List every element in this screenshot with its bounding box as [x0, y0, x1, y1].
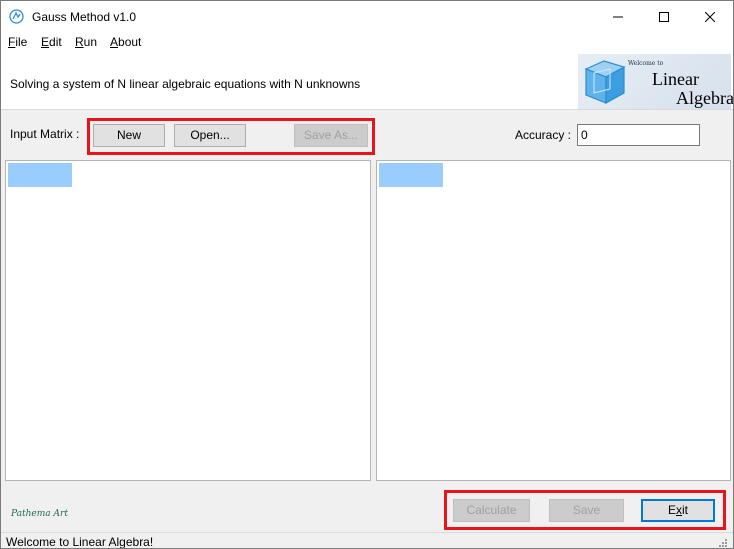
menu-file-label: ile: [15, 35, 28, 49]
menu-run-label: un: [83, 35, 98, 49]
logo-title-line1: Linear: [652, 69, 699, 89]
menu-edit-label: dit: [49, 35, 62, 49]
accuracy-label: Accuracy :: [515, 128, 572, 142]
window-title: Gauss Method v1.0: [32, 10, 137, 24]
matrix-cell-selected[interactable]: [8, 163, 72, 187]
subtitle-text: Solving a system of N linear algebraic e…: [10, 77, 361, 91]
menu-bar: File Edit Run About: [1, 32, 733, 52]
result-cell-selected[interactable]: [379, 163, 443, 187]
close-icon: [705, 11, 715, 22]
input-matrix-label: Input Matrix :: [10, 127, 80, 141]
app-window: Gauss Method v1.0 File Edit Run About So…: [0, 0, 734, 549]
status-bar: Welcome to Linear Algebra!: [1, 532, 733, 549]
save-as-button[interactable]: Save As...: [294, 124, 368, 147]
input-matrix-panel[interactable]: [5, 160, 371, 481]
cube-icon: [584, 60, 626, 105]
menu-edit-mnemonic: E: [41, 35, 50, 49]
resize-grip-icon[interactable]: [716, 536, 728, 548]
author-signature: Pathema Art: [11, 509, 68, 519]
logo-welcome-text: Welcome to: [628, 60, 664, 67]
new-button[interactable]: New: [93, 124, 165, 147]
title-bar[interactable]: Gauss Method v1.0: [1, 1, 733, 32]
menu-edit[interactable]: Edit: [41, 35, 62, 49]
header-strip: Solving a system of N linear algebraic e…: [1, 52, 733, 110]
exit-button[interactable]: Exit: [641, 499, 715, 522]
close-button[interactable]: [687, 1, 733, 32]
save-button[interactable]: Save: [549, 499, 624, 522]
accuracy-input[interactable]: [577, 124, 700, 146]
exit-mnemonic: x: [676, 503, 682, 517]
status-text: Welcome to Linear Algebra!: [6, 535, 154, 549]
menu-run[interactable]: Run: [75, 35, 97, 49]
gauss-app-icon: [9, 9, 24, 24]
result-panel[interactable]: [376, 160, 731, 481]
linear-algebra-logo: Welcome to Linear Algebra: [578, 54, 734, 109]
menu-about-mnemonic: A: [110, 35, 119, 49]
open-button[interactable]: Open...: [174, 124, 246, 147]
maximize-button[interactable]: [641, 1, 687, 32]
calculate-button[interactable]: Calculate: [453, 499, 530, 522]
minimize-icon: [613, 16, 623, 17]
maximize-icon: [659, 11, 669, 22]
exit-button-label: Exit: [667, 503, 688, 517]
menu-file[interactable]: File: [8, 35, 27, 49]
minimize-button[interactable]: [595, 1, 641, 32]
menu-run-mnemonic: R: [75, 35, 84, 49]
logo-title-line2: Algebra: [676, 88, 734, 108]
menu-about-label: bout: [118, 35, 142, 49]
menu-about[interactable]: About: [110, 35, 141, 49]
